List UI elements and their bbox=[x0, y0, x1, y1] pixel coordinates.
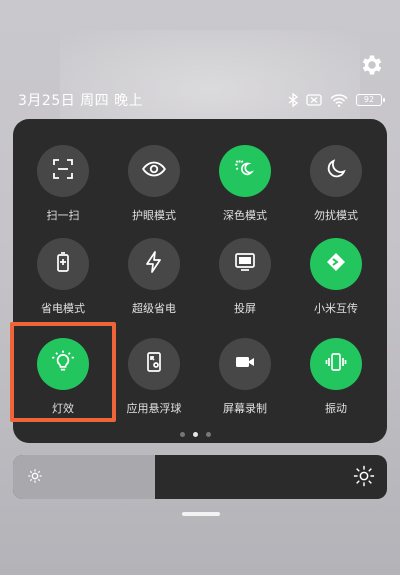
tile-super-saver[interactable]: 超级省电 bbox=[109, 238, 199, 316]
video-camera-icon bbox=[233, 350, 257, 378]
tile-screen-record-toggle[interactable] bbox=[219, 338, 271, 390]
tile-cast-toggle[interactable] bbox=[219, 238, 271, 290]
tile-do-not-disturb-toggle[interactable] bbox=[310, 145, 362, 197]
tile-label: 屏幕录制 bbox=[223, 402, 267, 415]
tile-mi-share[interactable]: 小米互传 bbox=[291, 238, 381, 316]
bluetooth-icon bbox=[288, 93, 298, 107]
tile-label: 振动 bbox=[325, 402, 347, 415]
status-bar: 3月25日 周四 晚上 92 bbox=[18, 90, 385, 110]
tile-scan-toggle[interactable] bbox=[37, 145, 89, 197]
page-dot[interactable] bbox=[206, 432, 211, 437]
status-icons: 92 bbox=[288, 93, 385, 107]
drawer-handle[interactable] bbox=[182, 512, 220, 516]
tile-eye-care[interactable]: 护眼模式 bbox=[109, 145, 199, 223]
tile-eye-care-toggle[interactable] bbox=[128, 145, 180, 197]
tile-label: 深色模式 bbox=[223, 209, 267, 222]
battery-icon: 92 bbox=[356, 94, 385, 106]
page-indicator bbox=[180, 432, 211, 437]
tile-vibrate[interactable]: 振动 bbox=[291, 338, 381, 416]
tile-label: 省电模式 bbox=[41, 302, 85, 315]
brightness-slider[interactable] bbox=[13, 455, 387, 499]
wifi-icon bbox=[330, 93, 348, 107]
page-dot-active[interactable] bbox=[193, 432, 198, 437]
tile-label: 投屏 bbox=[234, 302, 256, 315]
highlight-box bbox=[10, 322, 116, 422]
cast-screen-icon bbox=[233, 250, 257, 278]
tile-label: 超级省电 bbox=[132, 302, 176, 315]
tile-label: 应用悬浮球 bbox=[126, 402, 182, 415]
tile-screen-record[interactable]: 屏幕录制 bbox=[200, 338, 290, 416]
date-text: 3月25日 周四 晚上 bbox=[18, 93, 144, 109]
vibrate-icon bbox=[324, 350, 348, 378]
tile-super-saver-toggle[interactable] bbox=[128, 238, 180, 290]
settings-gear-icon[interactable] bbox=[359, 52, 385, 78]
moon-icon bbox=[324, 157, 348, 185]
brightness-low-icon bbox=[27, 468, 43, 488]
floating-ball-icon bbox=[142, 350, 166, 378]
tile-label: 小米互传 bbox=[314, 302, 358, 315]
tile-scan[interactable]: 扫一扫 bbox=[18, 145, 108, 223]
lightning-icon bbox=[142, 250, 166, 278]
tile-dark-mode-toggle[interactable] bbox=[219, 145, 271, 197]
dark-mode-icon bbox=[232, 156, 258, 186]
eye-icon bbox=[141, 156, 167, 186]
page-dot[interactable] bbox=[180, 432, 185, 437]
tile-dark-mode[interactable]: 深色模式 bbox=[200, 145, 290, 223]
tile-vibrate-toggle[interactable] bbox=[310, 338, 362, 390]
tile-battery-saver-toggle[interactable] bbox=[37, 238, 89, 290]
mi-share-icon bbox=[324, 250, 348, 278]
tile-floating-ball[interactable]: 应用悬浮球 bbox=[109, 338, 199, 416]
tile-mi-share-toggle[interactable] bbox=[310, 238, 362, 290]
tile-floating-ball-toggle[interactable] bbox=[128, 338, 180, 390]
tile-cast[interactable]: 投屏 bbox=[200, 238, 290, 316]
tile-label: 护眼模式 bbox=[132, 209, 176, 222]
tile-label: 扫一扫 bbox=[46, 209, 80, 222]
tile-do-not-disturb[interactable]: 勿扰模式 bbox=[291, 145, 381, 223]
tile-label: 勿扰模式 bbox=[314, 209, 358, 222]
tile-battery-saver[interactable]: 省电模式 bbox=[18, 238, 108, 316]
scan-icon bbox=[51, 157, 75, 185]
battery-saver-icon bbox=[51, 250, 75, 278]
sim-off-icon bbox=[306, 94, 322, 106]
brightness-high-icon bbox=[353, 465, 375, 491]
